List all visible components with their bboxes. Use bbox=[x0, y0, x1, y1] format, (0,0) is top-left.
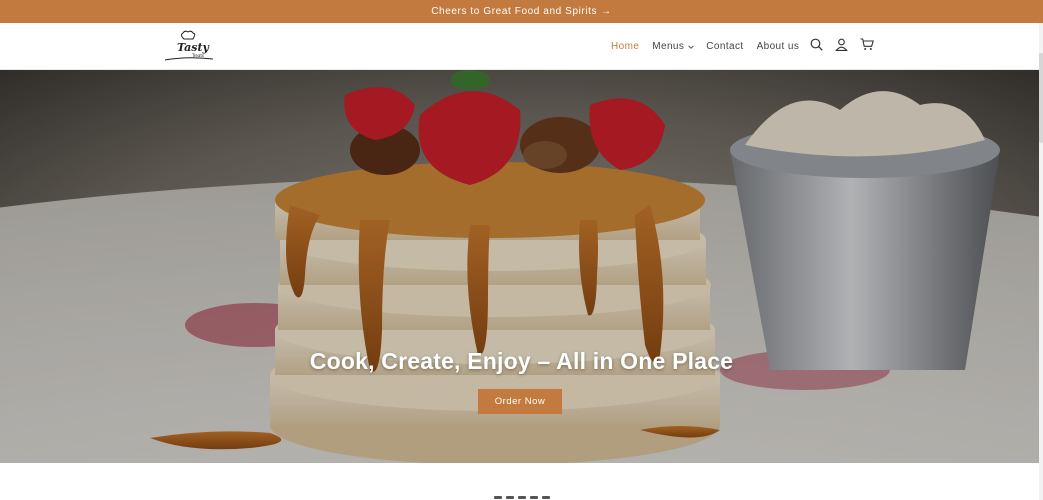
order-now-button[interactable]: Order Now bbox=[478, 389, 562, 414]
nav-item-home[interactable]: Home bbox=[611, 41, 639, 52]
cart-icon[interactable] bbox=[859, 37, 874, 52]
nav-item-about[interactable]: About us bbox=[757, 41, 800, 52]
nav-item-contact[interactable]: Contact bbox=[706, 41, 743, 52]
hero-banner: Cook, Create, Enjoy – All in One Place O… bbox=[0, 70, 1043, 463]
logo-icon: Tasty Treats bbox=[164, 30, 214, 61]
next-section-peek bbox=[0, 492, 1043, 500]
main-nav: Home Menus Contact About us bbox=[611, 23, 799, 70]
nav-item-menus[interactable]: Menus bbox=[652, 41, 695, 52]
page-scrollbar[interactable] bbox=[1039, 23, 1043, 500]
site-header: Tasty Treats Home Menus Contact About us bbox=[0, 23, 1043, 70]
header-actions bbox=[809, 37, 874, 52]
account-icon[interactable] bbox=[834, 37, 849, 52]
announcement-text[interactable]: Cheers to Great Food and Spirits bbox=[431, 6, 597, 17]
scrollbar-thumb[interactable] bbox=[1039, 53, 1043, 143]
announcement-bar[interactable]: Cheers to Great Food and Spirits → bbox=[0, 0, 1043, 23]
search-icon[interactable] bbox=[809, 37, 824, 52]
chevron-down-icon bbox=[688, 44, 695, 49]
hero-title: Cook, Create, Enjoy – All in One Place bbox=[309, 348, 734, 374]
nav-item-menus-label: Menus bbox=[652, 41, 685, 52]
site-logo[interactable]: Tasty Treats bbox=[163, 29, 217, 65]
arrow-right-icon: → bbox=[601, 6, 612, 17]
